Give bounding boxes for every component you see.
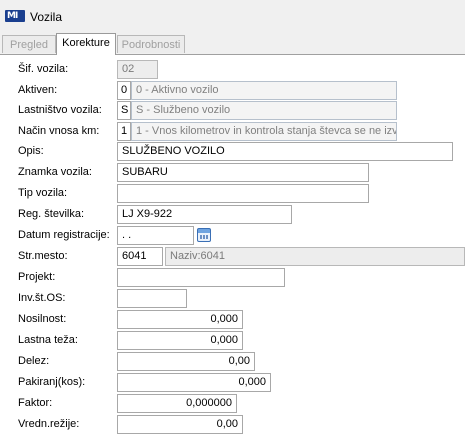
row-sif-vozila: Šif. vozila: 02 xyxy=(0,58,465,80)
tip-vozila-label: Tip vozila: xyxy=(18,187,68,199)
row-inv-st-os: Inv.št.OS: xyxy=(0,287,465,309)
row-tip-vozila: Tip vozila: xyxy=(0,182,465,204)
nacin-vnosa-label: Način vnosa km: xyxy=(18,125,100,137)
row-faktor: Faktor: 0,000000 xyxy=(0,392,465,414)
vredn-rezije-label: Vredn.režije: xyxy=(18,418,80,430)
lastnistvo-code-field[interactable]: S xyxy=(117,101,131,120)
row-projekt: Projekt: xyxy=(0,266,465,288)
pakiranj-label: Pakiranj(kos): xyxy=(18,376,86,388)
aktiven-label: Aktiven: xyxy=(18,84,58,96)
row-nosilnost: Nosilnost: 0,000 xyxy=(0,308,465,330)
aktiven-desc-field: 0 - Aktivno vozilo xyxy=(131,81,397,100)
lastna-teza-field[interactable]: 0,000 xyxy=(117,331,243,350)
row-pakiranj: Pakiranj(kos): 0,000 xyxy=(0,371,465,393)
nacin-vnosa-code-field[interactable]: 1 xyxy=(117,122,131,141)
datum-registracije-label: Datum registracije: xyxy=(18,229,110,241)
lastnistvo-label: Lastništvo vozila: xyxy=(18,104,102,116)
projekt-label: Projekt: xyxy=(18,271,56,283)
reg-stevilka-field[interactable]: LJ X9-922 xyxy=(117,205,292,224)
tip-vozila-field[interactable] xyxy=(117,184,369,203)
row-nacin-vnosa: Način vnosa km: 1 1 - Vnos kilometrov in… xyxy=(0,120,465,142)
faktor-field[interactable]: 0,000000 xyxy=(117,394,237,413)
sif-vozila-field: 02 xyxy=(117,60,158,79)
znamka-label: Znamka vozila: xyxy=(18,166,92,178)
aktiven-code-field[interactable]: 0 xyxy=(117,81,131,100)
str-mesto-code-field[interactable]: 6041 xyxy=(117,247,163,266)
row-aktiven: Aktiven: 0 0 - Aktivno vozilo xyxy=(0,79,465,101)
vredn-rezije-field[interactable]: 0,00 xyxy=(117,415,243,434)
title-bar: MI Vozila xyxy=(0,0,465,33)
tab-korekture[interactable]: Korekture xyxy=(56,33,116,55)
row-str-mesto: Str.mesto: 6041 Naziv:6041 xyxy=(0,245,465,267)
row-lastna-teza: Lastna teža: 0,000 xyxy=(0,329,465,351)
opis-field[interactable]: SLUŽBENO VOZILO xyxy=(117,142,453,161)
str-mesto-label: Str.mesto: xyxy=(18,250,68,262)
inv-st-os-field[interactable] xyxy=(117,289,187,308)
row-opis: Opis: SLUŽBENO VOZILO xyxy=(0,140,465,162)
str-mesto-desc-field: Naziv:6041 xyxy=(165,247,465,266)
delez-label: Delez: xyxy=(18,355,50,367)
lastna-teza-label: Lastna teža: xyxy=(18,334,78,346)
reg-stevilka-label: Reg. številka: xyxy=(18,208,85,220)
znamka-field[interactable]: SUBARU xyxy=(117,163,369,182)
nosilnost-label: Nosilnost: xyxy=(18,313,67,325)
sif-vozila-label: Šif. vozila: xyxy=(18,63,69,75)
tab-bar: Pregled Podrobnosti Korekture xyxy=(0,33,465,55)
calendar-icon[interactable] xyxy=(197,228,211,242)
nosilnost-field[interactable]: 0,000 xyxy=(117,310,243,329)
row-vredn-rezije: Vredn.režije: 0,00 xyxy=(0,413,465,435)
projekt-field[interactable] xyxy=(117,268,285,287)
pakiranj-field[interactable]: 0,000 xyxy=(117,373,271,392)
row-lastnistvo: Lastništvo vozila: S S - Službeno vozilo xyxy=(0,99,465,121)
window-title: Vozila xyxy=(30,10,63,24)
faktor-label: Faktor: xyxy=(18,397,53,409)
form-panel: Šif. vozila: 02 Aktiven: 0 0 - Aktivno v… xyxy=(0,55,465,446)
datum-registracije-field[interactable]: . . xyxy=(117,226,194,245)
row-delez: Delez: 0,00 xyxy=(0,350,465,372)
row-reg-stevilka: Reg. številka: LJ X9-922 xyxy=(0,203,465,225)
row-znamka: Znamka vozila: SUBARU xyxy=(0,161,465,183)
app-logo-icon: MI xyxy=(5,10,25,22)
tab-podrobnosti[interactable]: Podrobnosti xyxy=(117,35,185,53)
inv-st-os-label: Inv.št.OS: xyxy=(18,292,66,304)
delez-field[interactable]: 0,00 xyxy=(117,352,255,371)
nacin-vnosa-desc-field: 1 - Vnos kilometrov in kontrola stanja š… xyxy=(131,122,397,141)
row-datum-registracije: Datum registracije: . . xyxy=(0,224,465,246)
opis-label: Opis: xyxy=(18,145,44,157)
tab-pregled[interactable]: Pregled xyxy=(2,35,56,53)
lastnistvo-desc-field: S - Službeno vozilo xyxy=(131,101,397,120)
